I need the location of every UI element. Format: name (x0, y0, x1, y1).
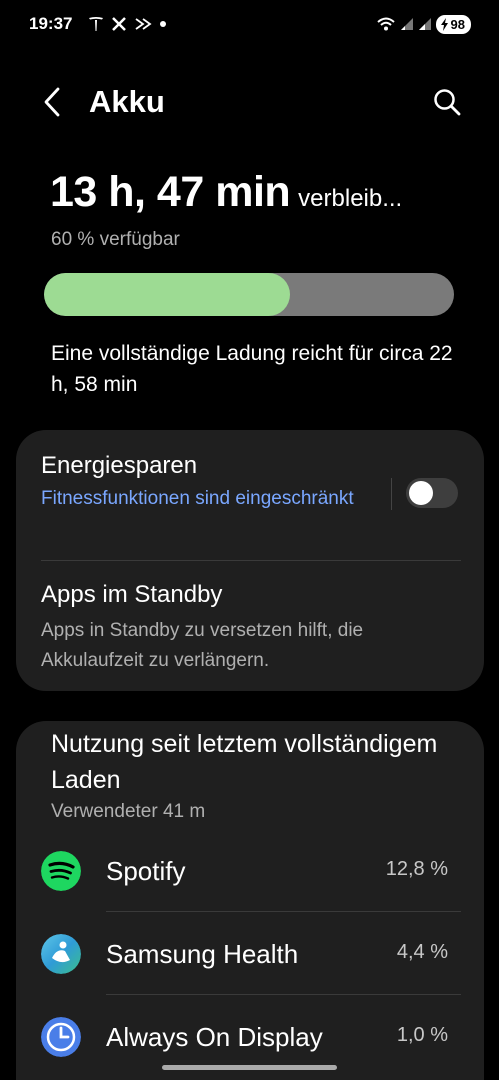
remaining-time-suffix: verbleib... (298, 185, 403, 212)
app-name: Spotify (106, 856, 186, 886)
chevron-left-icon (44, 87, 60, 117)
back-button[interactable] (34, 82, 70, 122)
app-name: Always On Display (106, 1022, 323, 1052)
home-indicator[interactable] (162, 1065, 337, 1070)
app-usage-row[interactable]: Spotify 12,8 % (16, 841, 484, 901)
usage-title: Nutzung seit letztem vollständigem Laden (51, 730, 438, 794)
signal-icon (400, 18, 413, 30)
dot-icon (160, 21, 166, 27)
toggle-divider (391, 478, 392, 510)
wifi-icon (376, 17, 395, 31)
battery-level: 98 (450, 16, 465, 32)
battery-level-bar (44, 273, 454, 316)
search-icon (434, 89, 461, 116)
app-usage-row[interactable]: Always On Display 1,0 % (16, 1007, 484, 1067)
battery-settings-card: Energiesparen Fitnessfunktionen sind ein… (16, 430, 484, 691)
status-bar: 19:37 98 (0, 0, 499, 50)
battery-level-fill (44, 273, 290, 316)
app-name: Samsung Health (106, 939, 299, 969)
app-bar: Akku (0, 72, 499, 132)
clock-icon (41, 1017, 81, 1057)
app-usage-percent: 12,8 % (385, 858, 448, 880)
remaining-time-value: 13 h, 47 min (50, 168, 291, 216)
signal-icon (418, 18, 431, 30)
notification-icons (88, 12, 167, 36)
toggle-knob (409, 481, 433, 505)
power-saving-row[interactable]: Energiesparen Fitnessfunktionen sind ein… (16, 430, 376, 558)
system-icons: 98 (376, 12, 471, 36)
page-title: Akku (89, 84, 165, 119)
standby-subtitle: Apps in Standby zu versetzen hilft, die … (41, 620, 364, 671)
x-icon (112, 17, 126, 31)
app-usage-row[interactable]: Samsung Health 4,4 % (16, 924, 484, 984)
battery-available: 60 % verfügbar (51, 229, 180, 250)
samsung-health-icon (41, 934, 81, 974)
charging-icon (440, 17, 448, 31)
status-time: 19:37 (29, 14, 73, 33)
app-usage-percent: 1,0 % (396, 1024, 448, 1046)
full-charge-estimate: Eine vollständige Ladung reicht für circ… (51, 342, 453, 396)
divider (106, 994, 461, 995)
remaining-time: 13 h, 47 min verbleib... (50, 168, 470, 217)
power-saving-subtitle: Fitnessfunktionen sind eingeschränkt (41, 488, 354, 509)
battery-indicator: 98 (435, 14, 471, 34)
power-saving-toggle[interactable] (406, 478, 458, 508)
app-icon (135, 18, 152, 30)
tesla-icon (89, 17, 103, 31)
power-saving-title: Energiesparen (41, 452, 198, 479)
standby-row[interactable]: Apps im Standby Apps in Standby zu verse… (16, 561, 484, 691)
usage-subtitle: Verwendeter 41 m (51, 801, 206, 822)
search-button[interactable] (427, 82, 467, 122)
divider (106, 911, 461, 912)
standby-title: Apps im Standby (41, 581, 223, 608)
app-usage-percent: 4,4 % (396, 941, 448, 963)
usage-card: Nutzung seit letztem vollständigem Laden… (16, 721, 484, 1080)
spotify-icon (41, 851, 81, 891)
